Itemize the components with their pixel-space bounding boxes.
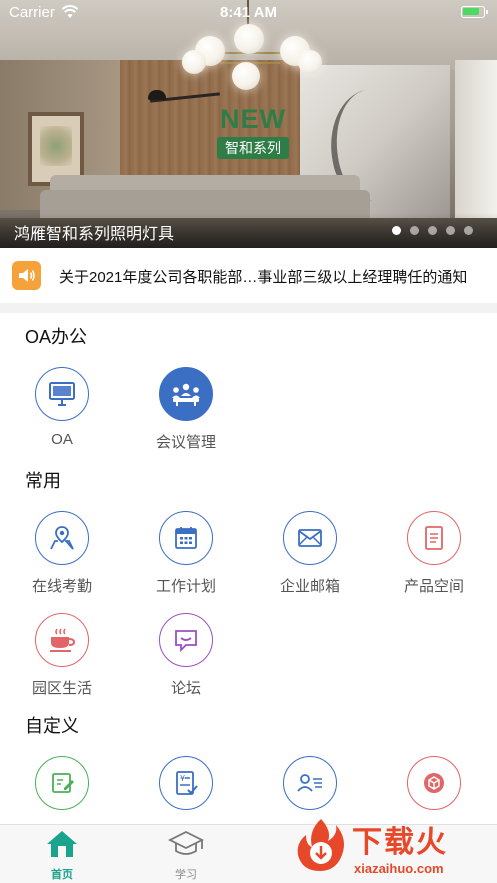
section-title-custom: 自定义	[25, 716, 79, 736]
home-icon	[47, 831, 77, 857]
chat-icon	[159, 613, 213, 667]
new-badge: NEW 智和系列	[213, 104, 293, 159]
carousel-indicator[interactable]	[392, 226, 473, 235]
map-pin-icon	[35, 511, 89, 565]
grid-item-campus-life[interactable]: 园区生活	[12, 613, 112, 698]
graduation-cap-icon	[167, 830, 205, 855]
carousel-dot[interactable]	[392, 226, 401, 235]
mail-icon	[283, 511, 337, 565]
grid-item-custom-1[interactable]	[12, 756, 112, 810]
svg-text:¥: ¥	[180, 774, 185, 783]
chandelier-bulb	[232, 62, 260, 90]
receipt-icon: ¥	[159, 756, 213, 810]
watermark-logo: 下载火 xiazaihuo.com	[292, 813, 497, 883]
watermark-title: 下载火	[352, 826, 448, 859]
grid-item-mail[interactable]: 企业邮箱	[260, 511, 360, 596]
grid-item-custom-4[interactable]	[384, 756, 484, 810]
banner-caption: 鸿雁智和系列照明灯具	[14, 226, 175, 243]
tab-label: 首页	[51, 869, 73, 881]
grid-item-oa[interactable]: OA	[12, 367, 112, 448]
coffee-icon	[35, 613, 89, 667]
speaker-icon	[12, 261, 41, 290]
tab-bar: 首页 学习 下载火 xiazaihuo.com	[0, 819, 497, 883]
monitor-icon	[35, 367, 89, 421]
banner-carousel[interactable]: NEW 智和系列 鸿雁智和系列照明灯具	[0, 0, 497, 248]
box-icon	[407, 756, 461, 810]
grid-label: 产品空间	[403, 578, 464, 595]
banner-image-window	[455, 60, 497, 230]
carousel-dot[interactable]	[446, 226, 455, 235]
new-badge-title: NEW	[220, 104, 286, 134]
document-icon	[407, 511, 461, 565]
grid-item-forum[interactable]: 论坛	[136, 613, 236, 698]
status-bar: Carrier 8:41 AM	[0, 0, 497, 26]
carousel-dot[interactable]	[410, 226, 419, 235]
watermark-url: xiazaihuo.com	[354, 861, 444, 876]
grid-label: 会议管理	[155, 434, 216, 451]
carousel-dot[interactable]	[464, 226, 473, 235]
edit-icon	[35, 756, 89, 810]
chandelier-bulb	[298, 50, 322, 74]
chandelier-bulb	[234, 24, 264, 54]
carousel-dot[interactable]	[428, 226, 437, 235]
chandelier-bulb	[182, 50, 206, 74]
divider	[0, 303, 497, 313]
grid-label: 企业邮箱	[279, 578, 340, 595]
contact-card-icon	[283, 756, 337, 810]
tab-label: 学习	[175, 869, 197, 881]
grid-item-custom-3[interactable]	[260, 756, 360, 810]
grid-item-work-plan[interactable]: 工作计划	[136, 511, 236, 596]
notice-text[interactable]: 关于2021年度公司各职能部…事业部三级以上经理聘任的通知	[59, 266, 467, 287]
section-title-common: 常用	[25, 471, 61, 491]
clock: 8:41 AM	[220, 4, 277, 21]
grid-item-custom-2[interactable]: ¥	[136, 756, 236, 810]
grid-item-product-space[interactable]: 产品空间	[384, 511, 484, 596]
flame-logo-icon	[297, 819, 344, 871]
grid-label: 论坛	[170, 680, 201, 697]
section-title-oa: OA办公	[25, 327, 88, 347]
grid-label: 在线考勤	[31, 578, 92, 595]
tab-study[interactable]: 学习	[146, 829, 226, 882]
grid-item-attendance[interactable]: 在线考勤	[12, 511, 112, 596]
grid-label: 工作计划	[155, 578, 216, 595]
calendar-icon	[159, 511, 213, 565]
banner-image-lamp-shade	[148, 90, 166, 100]
notice-bar[interactable]: 关于2021年度公司各职能部…事业部三级以上经理聘任的通知	[0, 248, 497, 303]
meeting-icon	[159, 367, 213, 421]
battery-icon	[461, 6, 488, 18]
grid-item-meeting[interactable]: 会议管理	[136, 367, 236, 452]
grid-label: OA	[51, 431, 73, 448]
new-badge-series: 智和系列	[217, 137, 289, 159]
grid-label: 园区生活	[31, 680, 92, 697]
tab-home[interactable]: 首页	[22, 829, 102, 882]
